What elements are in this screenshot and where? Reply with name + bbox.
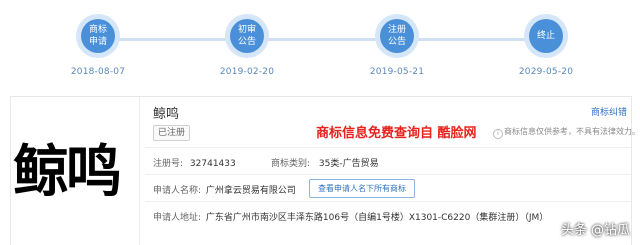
category-label: 商标类别: (271, 159, 311, 169)
applicant-row: 申请人名称: 广州拿云贸易有限公司 (153, 183, 296, 196)
disclaimer-text: 商标信息仅供参考，不具有法律效力。 (504, 127, 640, 136)
divider (145, 174, 631, 175)
timeline-track (86, 38, 546, 41)
applicant-label: 申请人名称: (153, 186, 202, 196)
timeline-step-registration: 注册 公告 2019-05-21 (352, 14, 442, 77)
timeline-step-date: 2018-08-07 (70, 67, 126, 77)
address-value: 广东省广州市南沙区丰泽东路106号（自编1号楼）X1301-C6220（集群注册… (205, 213, 549, 223)
reg-no-row: 注册号: 32741433 (153, 156, 236, 169)
timeline-step-date: 2029-05-20 (518, 67, 574, 77)
trademark-logo: 鲸鸣 (11, 97, 140, 245)
timeline-step-application: 商标 申请 2018-08-07 (53, 14, 143, 77)
timeline-node: 终止 (524, 14, 568, 58)
applicant-value: 广州拿云贸易有限公司 (205, 186, 296, 196)
address-row: 申请人地址: 广东省广州市南沙区丰泽东路106号（自编1号楼）X1301-C62… (153, 210, 548, 223)
disclaimer: i 商标信息仅供参考，不具有法律效力。 (493, 126, 640, 139)
timeline-step-date: 2019-05-21 (369, 67, 425, 77)
view-applicant-trademarks-button[interactable]: 查看申请人名下所有商标 (309, 179, 415, 198)
category-value: 35类-广告贸易 (318, 159, 379, 169)
timeline-node: 注册 公告 (375, 14, 419, 58)
reg-no-value: 32741433 (189, 159, 236, 169)
divider (145, 201, 631, 202)
timeline-step-date: 2019-02-20 (219, 67, 275, 77)
timeline-step-label: 注册 公告 (380, 19, 414, 53)
correction-link[interactable]: 商标纠错 (591, 105, 627, 118)
status-badge: 已注册 (153, 125, 191, 141)
timeline-step-preliminary: 初审 公告 2019-02-20 (202, 14, 292, 77)
reg-no-label: 注册号: (153, 159, 184, 169)
timeline-step-expiry: 终止 2029-05-20 (501, 14, 591, 77)
watermark-text: 商标信息免费查询自 酷脸网 (316, 126, 477, 141)
timeline-step-label: 商标 申请 (81, 19, 115, 53)
timeline-step-label: 初审 公告 (230, 19, 264, 53)
timeline-node: 商标 申请 (76, 14, 120, 58)
toutiao-watermark: 头条 @钻瓜 (560, 223, 630, 238)
timeline-node: 初审 公告 (225, 14, 269, 58)
trademark-logo-text: 鲸鸣 (13, 139, 122, 205)
category-row: 商标类别: 35类-广告贸易 (271, 156, 379, 169)
status-timeline: 商标 申请 2018-08-07 初审 公告 2019-02-20 注册 公告 … (0, 0, 640, 90)
trademark-info: 鲸鸣 商标纠错 已注册 商标信息免费查询自 酷脸网 i 商标信息仅供参考，不具有法… (145, 97, 640, 245)
trademark-card: 鲸鸣 鲸鸣 商标纠错 已注册 商标信息免费查询自 酷脸网 i 商标信息仅供参考，不… (10, 96, 640, 245)
trademark-name: 鲸鸣 (153, 107, 180, 122)
address-label: 申请人地址: (153, 213, 202, 223)
timeline-step-label: 终止 (529, 19, 563, 53)
divider (145, 147, 631, 148)
info-icon: i (493, 129, 503, 139)
